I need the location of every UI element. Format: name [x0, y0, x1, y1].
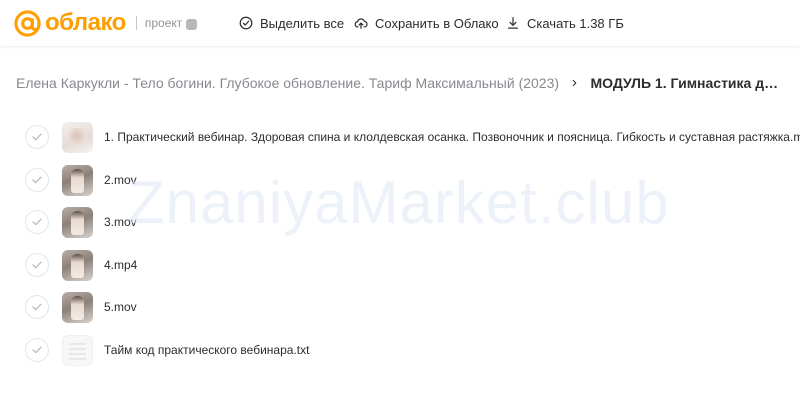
logo[interactable]: облако проект [14, 9, 198, 37]
checkmark-icon [32, 261, 42, 268]
file-name[interactable]: 2.mov [104, 173, 137, 187]
select-checkbox[interactable] [25, 167, 49, 192]
download-label: Скачать 1.38 ГБ [527, 15, 624, 31]
select-checkbox[interactable] [25, 295, 49, 319]
breadcrumb-current: МОДУЛЬ 1. Гимнастика для королев... [590, 75, 786, 91]
at-sign-logo-icon [14, 9, 41, 37]
download-button[interactable]: Скачать 1.38 ГБ [506, 13, 624, 33]
video-thumbnail [62, 249, 93, 281]
select-all-label: Выделить все [260, 15, 345, 31]
video-thumbnail [62, 292, 93, 323]
file-name[interactable]: 1. Практический вебинар. Здоровая спина … [104, 130, 800, 144]
logo-text: облако [45, 9, 126, 36]
cloud-upload-icon [354, 18, 368, 29]
checkmark-icon [32, 133, 42, 141]
checkmark-icon [32, 303, 42, 311]
save-to-cloud-button[interactable]: Сохранить в Облако [354, 13, 499, 33]
file-name[interactable]: 4.mp4 [104, 258, 137, 272]
file-row[interactable]: 2.mov [0, 159, 800, 202]
save-to-cloud-label: Сохранить в Облако [375, 15, 499, 31]
select-all-button[interactable]: Выделить все [239, 13, 344, 33]
select-checkbox[interactable] [25, 210, 49, 234]
top-bar: облако проект Выделить все Сохранить в О… [0, 0, 800, 46]
chevron-right-icon [572, 79, 577, 87]
file-row[interactable]: 3.mov [0, 201, 800, 244]
breadcrumb: Елена Каркукли - Тело богини. Глубокое о… [16, 73, 786, 93]
file-row[interactable]: 5.mov [0, 286, 800, 329]
file-row[interactable]: 1. Практический вебинар. Здоровая спина … [0, 116, 800, 159]
video-thumbnail [62, 207, 93, 238]
check-circle-icon [239, 16, 253, 30]
select-checkbox[interactable] [25, 125, 49, 149]
checkmark-icon [32, 218, 42, 226]
video-thumbnail [62, 164, 93, 196]
select-checkbox[interactable] [25, 337, 49, 362]
file-name[interactable]: 5.mov [104, 300, 137, 314]
checkmark-icon [32, 346, 42, 353]
breadcrumb-parent-link[interactable]: Елена Каркукли - Тело богини. Глубокое о… [16, 75, 559, 91]
vk-badge-icon [186, 18, 198, 30]
project-label: проект [144, 16, 183, 30]
file-name[interactable]: 3.mov [104, 215, 137, 229]
file-name[interactable]: Тайм код практического вебинара.txt [104, 343, 309, 357]
file-row[interactable]: 4.mp4 [0, 244, 800, 287]
select-checkbox[interactable] [25, 252, 49, 277]
video-thumbnail [62, 122, 93, 153]
checkmark-icon [32, 176, 42, 183]
download-icon [508, 17, 518, 29]
file-list: 1. Практический вебинар. Здоровая спина … [0, 116, 800, 371]
logo-divider [135, 16, 137, 30]
file-row[interactable]: Тайм код практического вебинара.txt [0, 329, 800, 372]
text-file-thumbnail [62, 334, 93, 366]
